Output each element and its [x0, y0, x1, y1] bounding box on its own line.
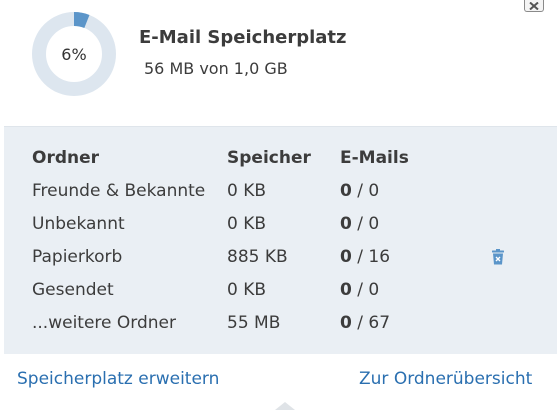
total-count: / 0	[351, 214, 380, 234]
popup-pointer	[275, 402, 295, 410]
usage-summary: 56 MB von 1,0 GB	[144, 59, 288, 78]
close-button[interactable]	[524, 0, 544, 12]
close-icon	[529, 1, 539, 10]
expand-storage-link[interactable]: Speicherplatz erweitern	[17, 369, 219, 389]
total-count: / 0	[351, 181, 380, 201]
total-count: / 67	[351, 313, 391, 333]
folder-email-count: 0 / 0	[340, 280, 379, 300]
unread-count: 0	[340, 181, 352, 201]
column-header-folder: Ordner	[32, 148, 100, 168]
folder-name: Unbekannt	[32, 214, 125, 234]
folder-email-count: 0 / 16	[340, 247, 390, 267]
unread-count: 0	[340, 247, 352, 267]
folder-email-count: 0 / 0	[340, 181, 379, 201]
folder-name: Gesendet	[32, 280, 114, 300]
folder-storage: 885 KB	[227, 247, 288, 267]
folder-storage: 0 KB	[227, 181, 267, 201]
trash-icon[interactable]	[491, 249, 505, 265]
folder-name: Freunde & Bekannte	[32, 181, 206, 201]
total-count: / 0	[351, 280, 380, 300]
folder-name: Papierkorb	[32, 247, 123, 267]
page-title: E-Mail Speicherplatz	[139, 27, 347, 48]
storage-header: 6% E-Mail Speicherplatz 56 MB von 1,0 GB	[0, 0, 557, 125]
folder-email-count: 0 / 67	[340, 313, 390, 333]
folder-email-count: 0 / 0	[340, 214, 379, 234]
folder-storage: 55 MB	[227, 313, 281, 333]
unread-count: 0	[340, 214, 352, 234]
column-header-storage: Speicher	[227, 148, 311, 168]
folder-overview-link[interactable]: Zur Ordnerübersicht	[359, 369, 532, 389]
folder-name: ...weitere Ordner	[32, 313, 176, 333]
column-header-emails: E-Mails	[340, 148, 409, 168]
unread-count: 0	[340, 313, 352, 333]
storage-popup: ☰ 6% E-Mail Speicherplatz 56 MB von 1,0 …	[0, 0, 557, 410]
usage-percent-label: 6%	[61, 44, 87, 64]
unread-count: 0	[340, 280, 352, 300]
folder-storage: 0 KB	[227, 280, 267, 300]
total-count: / 16	[351, 247, 391, 267]
folder-storage: 0 KB	[227, 214, 267, 234]
